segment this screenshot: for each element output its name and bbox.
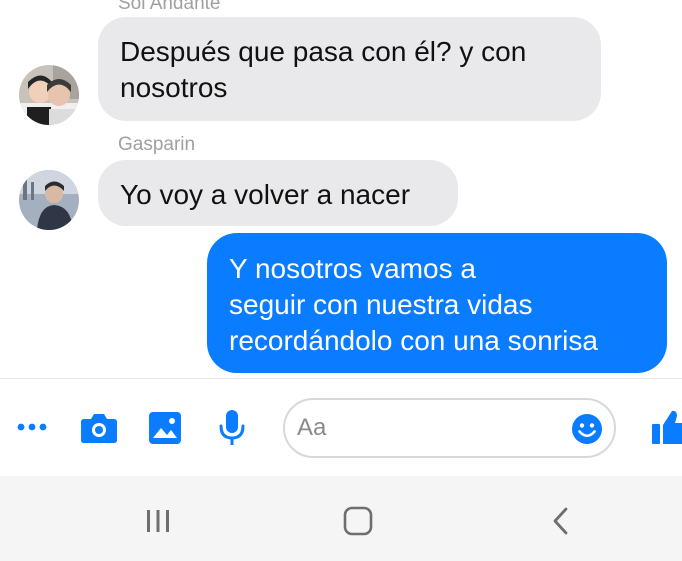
composer-bar: Aa: [0, 378, 682, 476]
recent-apps-icon[interactable]: [145, 508, 171, 539]
camera-icon[interactable]: [80, 412, 118, 449]
image-icon[interactable]: [148, 411, 182, 450]
avatar[interactable]: [19, 170, 79, 230]
message-bubble-incoming[interactable]: Después que pasa con él? y con nosotros: [98, 17, 601, 121]
emoji-icon[interactable]: [571, 413, 603, 450]
message-input-placeholder: Aa: [297, 414, 327, 441]
sender-name: Sol Andante: [118, 0, 221, 14]
message-line: Y nosotros vamos a: [229, 253, 476, 284]
message-line: recordándolo con una sonrisa: [229, 325, 598, 356]
microphone-icon[interactable]: [218, 409, 246, 452]
sender-name: Gasparin: [118, 134, 196, 155]
back-icon[interactable]: [551, 506, 571, 541]
message-line: seguir con nuestra vidas: [229, 289, 533, 320]
message-line: nosotros: [120, 72, 228, 103]
message-line: Después que pasa con él? y con: [120, 36, 527, 67]
message-line: Yo voy a volver a nacer: [120, 179, 411, 210]
home-icon[interactable]: [343, 506, 373, 541]
avatar[interactable]: [19, 65, 79, 125]
message-list[interactable]: Sol Andante Después que pasa con él? y c…: [0, 0, 682, 378]
message-input[interactable]: Aa: [283, 398, 616, 458]
system-navigation-bar: [0, 476, 682, 561]
like-icon[interactable]: [650, 408, 682, 453]
message-bubble-incoming[interactable]: Yo voy a volver a nacer: [98, 160, 458, 226]
more-icon[interactable]: [16, 420, 48, 439]
message-bubble-outgoing[interactable]: Y nosotros vamos a seguir con nuestra vi…: [207, 233, 667, 373]
